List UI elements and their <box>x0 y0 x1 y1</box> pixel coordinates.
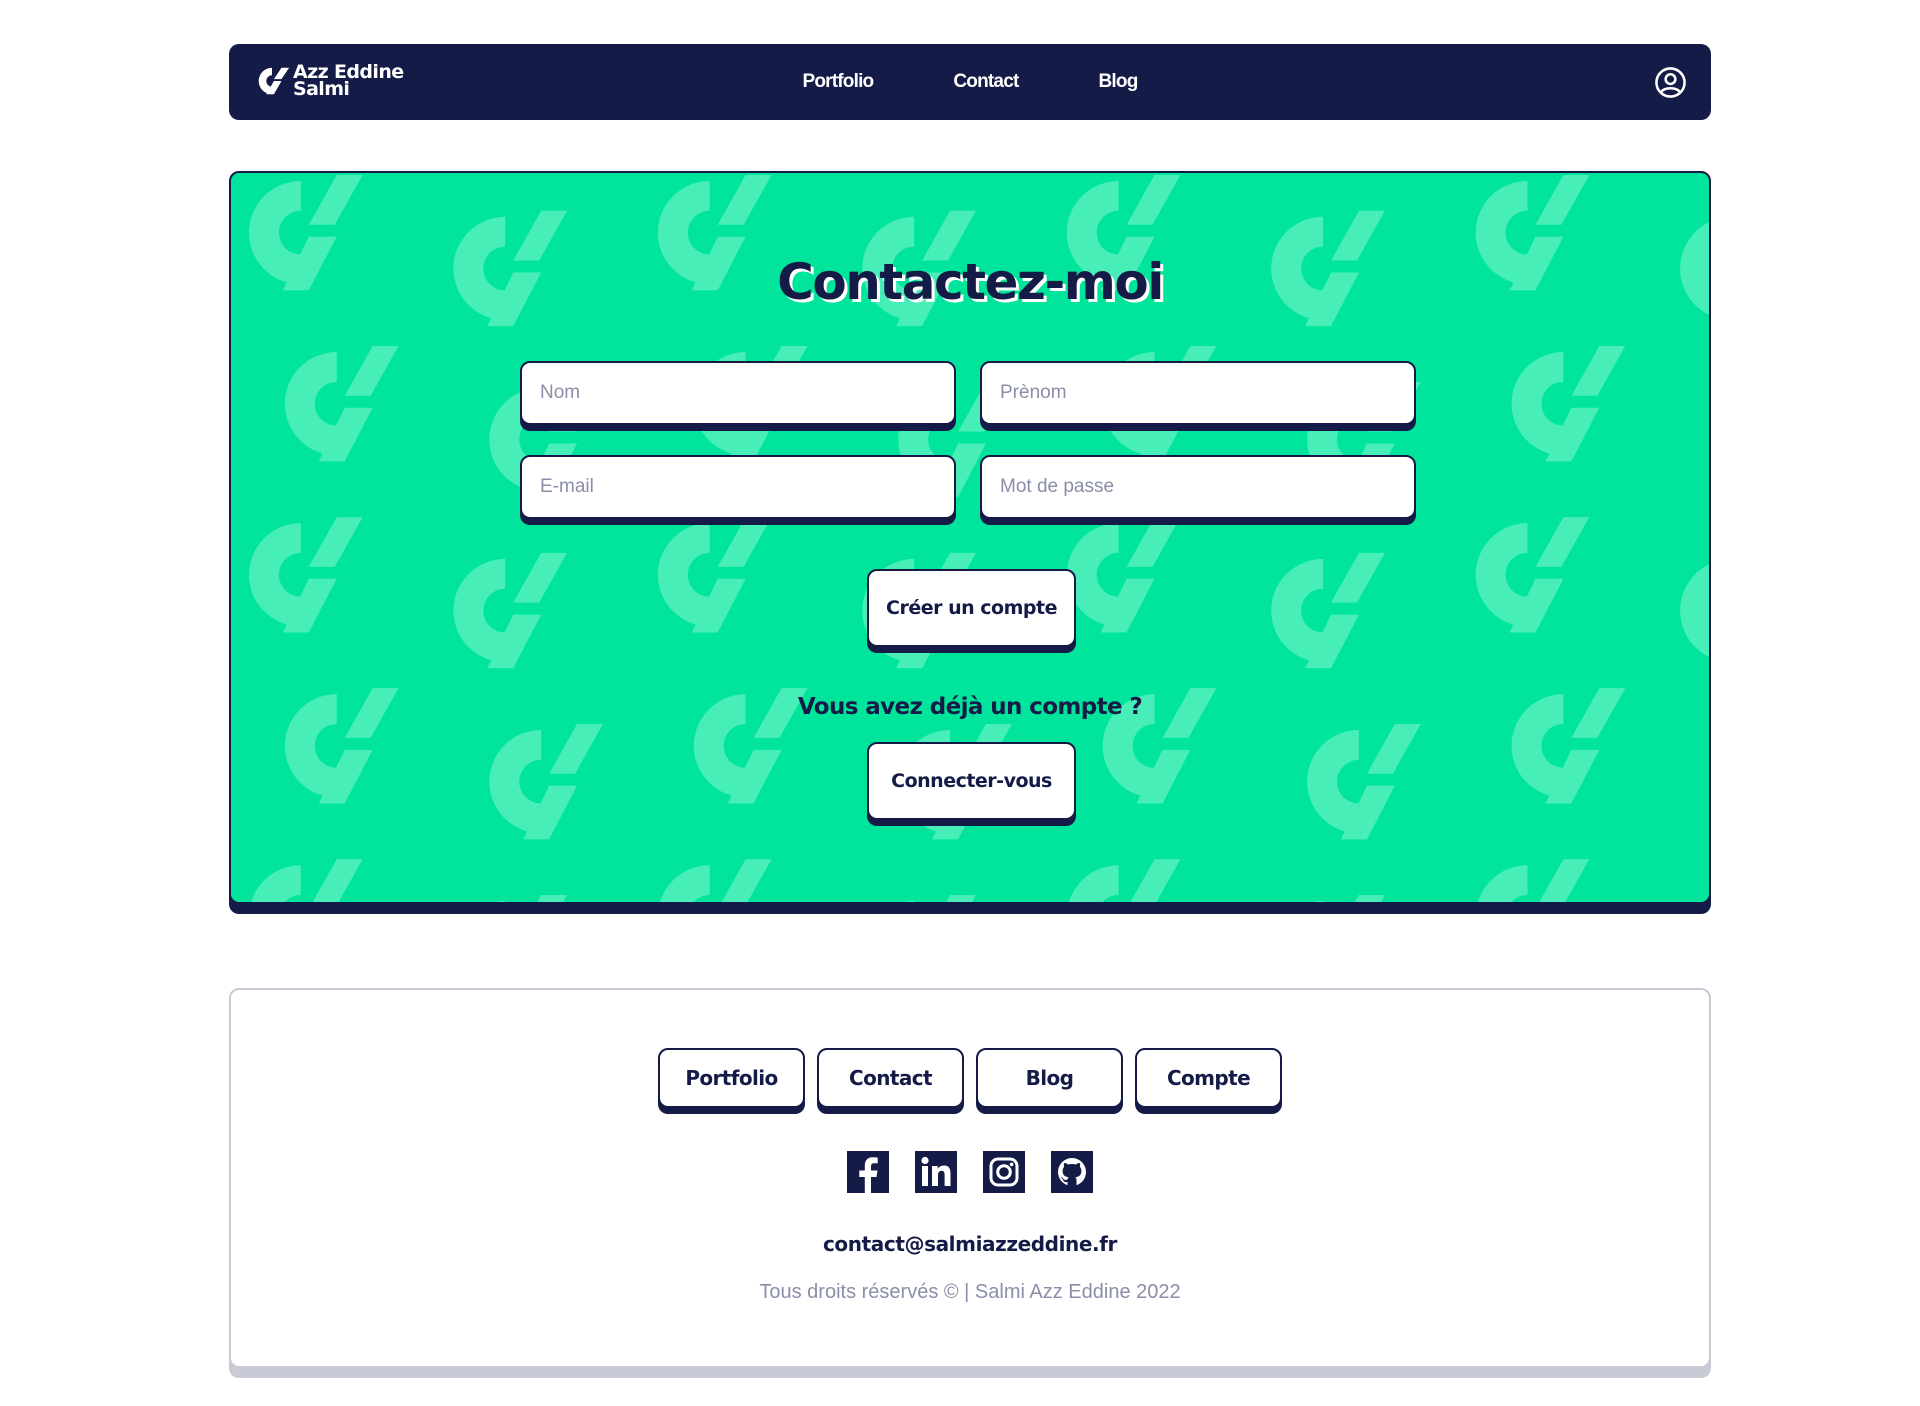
instagram-icon[interactable] <box>983 1151 1025 1193</box>
email-field-wrapper <box>520 455 956 519</box>
pattern-mark <box>1475 517 1590 633</box>
footer-link-blog[interactable]: Blog <box>976 1048 1123 1108</box>
pattern-mark <box>284 346 399 462</box>
prenom-field-wrapper <box>980 361 1416 425</box>
linkedin-icon[interactable] <box>915 1151 957 1193</box>
brand-logo-link[interactable]: Azz Eddine Salmi <box>253 62 404 100</box>
top-navbar: Azz Eddine Salmi Portfolio Contact Blog <box>229 44 1711 120</box>
pattern-mark <box>1066 517 1181 633</box>
nav-link-portfolio[interactable]: Portfolio <box>802 71 874 93</box>
pattern-mark <box>453 895 568 902</box>
brand-logo-icon <box>258 67 290 95</box>
pattern-mark <box>1271 895 1385 902</box>
footer-link-contact[interactable]: Contact <box>817 1048 964 1108</box>
github-icon[interactable] <box>1051 1151 1093 1193</box>
create-account-button[interactable]: Créer un compte <box>867 569 1076 647</box>
pattern-mark <box>1066 859 1181 902</box>
prenom-input[interactable] <box>982 363 1414 423</box>
nom-field-wrapper <box>520 361 956 425</box>
nom-input[interactable] <box>522 363 954 423</box>
pattern-mark <box>1475 859 1590 902</box>
already-account-text: Vous avez déjà un compte ? <box>797 694 1143 720</box>
pattern-mark <box>453 552 568 669</box>
nav-link-contact[interactable]: Contact <box>953 71 1019 93</box>
page-title: Contactez-moi <box>777 253 1164 311</box>
nav-link-blog[interactable]: Blog <box>1099 71 1139 93</box>
footer-email-link[interactable]: contact@salmiazzeddine.fr <box>231 1232 1709 1256</box>
pattern-mark <box>248 859 363 902</box>
pattern-mark <box>1680 552 1709 669</box>
footer-link-portfolio[interactable]: Portfolio <box>658 1048 805 1108</box>
pattern-mark <box>1271 552 1385 669</box>
social-links <box>231 1151 1709 1193</box>
pattern-mark <box>489 723 603 840</box>
pattern-mark <box>1307 723 1421 840</box>
pattern-mark <box>248 517 363 633</box>
pattern-mark <box>657 859 772 902</box>
footer-nav: Portfolio Contact Blog Compte <box>231 1048 1709 1108</box>
pattern-mark <box>657 517 772 633</box>
password-input[interactable] <box>982 457 1414 517</box>
pattern-mark <box>1680 895 1709 902</box>
main-nav: Portfolio Contact Blog <box>229 44 1711 120</box>
facebook-icon[interactable] <box>847 1151 889 1193</box>
pattern-mark <box>1511 346 1626 462</box>
user-circle-icon[interactable] <box>1654 66 1687 99</box>
site-footer: Portfolio Contact Blog Compte contact@sa… <box>229 988 1711 1368</box>
footer-link-compte[interactable]: Compte <box>1135 1048 1282 1108</box>
email-input[interactable] <box>522 457 954 517</box>
login-button[interactable]: Connecter-vous <box>867 742 1076 820</box>
contact-hero: Contactez-moi Créer un compte Vous avez … <box>229 171 1711 904</box>
brand-name: Azz Eddine Salmi <box>293 63 404 100</box>
password-field-wrapper <box>980 455 1416 519</box>
brand-name-line2: Salmi <box>293 78 350 100</box>
pattern-mark <box>862 895 976 902</box>
copyright-text: Tous droits réservés © | Salmi Azz Eddin… <box>759 1281 1181 1303</box>
